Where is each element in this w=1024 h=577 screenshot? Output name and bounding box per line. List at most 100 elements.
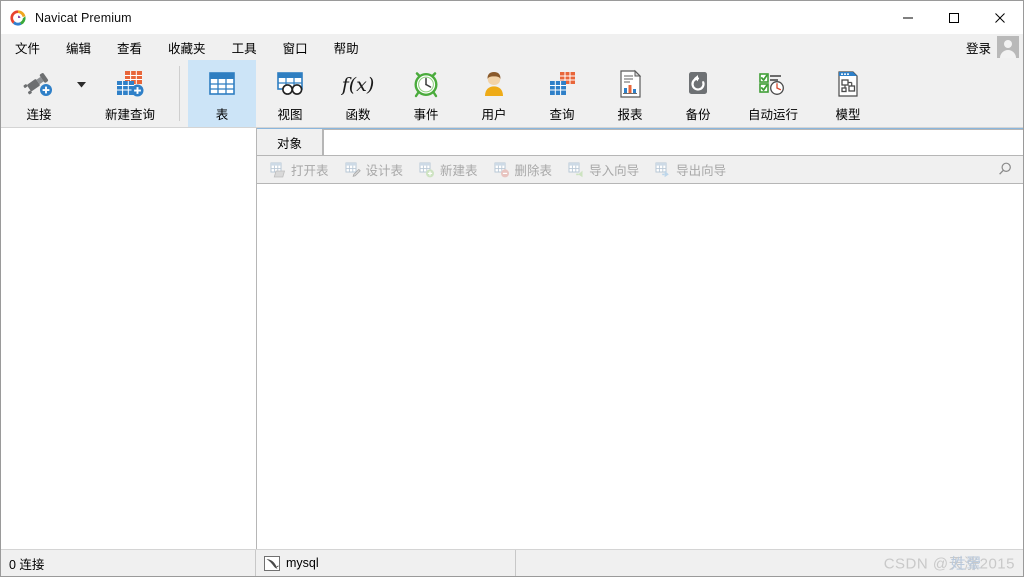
query-icon [546,67,578,101]
view-icon [274,67,306,101]
status-database-label: mysql [286,556,319,570]
open-table-label: 打开表 [291,164,329,178]
toolbar-button-event[interactable]: 事件 [392,60,460,127]
design-table-label: 设计表 [365,164,404,178]
tab-strip-filler [323,129,1023,155]
watermark-name-b: 姓翚 [950,555,982,573]
toolbar-button-automation[interactable]: 自动运行 [732,60,814,127]
toolbar-button-backup[interactable]: 备份 [664,60,732,127]
toolbar-button-new-query[interactable]: 新建查询 [89,60,171,127]
toolbar-separator [179,66,180,121]
toolbar-button-report[interactable]: 报表 [596,60,664,127]
maximize-icon [949,12,959,23]
login-button[interactable]: 登录 [966,38,991,57]
menu-item-help[interactable]: 帮助 [324,35,369,60]
navicat-logo-icon [9,9,27,27]
toolbar-label-query: 查询 [549,108,575,122]
menu-bar: 文件 编辑 查看 收藏夹 工具 窗口 帮助 登录 [1,34,1023,60]
toolbar-button-view[interactable]: 视图 [256,60,324,127]
status-database: mysql [256,550,516,576]
menu-item-favorites[interactable]: 收藏夹 [158,35,216,60]
svg-text:f(x): f(x) [341,74,374,96]
content-pane: 对象 打开表 设计表 新建表 删除表 导入向导 导出向导 [257,128,1023,549]
toolbar-label-table: 表 [215,108,229,122]
object-list-area[interactable] [257,184,1023,549]
backup-icon [684,67,712,101]
minimize-button[interactable] [885,1,931,34]
window-title: Navicat Premium [35,10,132,25]
export-wizard-button[interactable]: 导出向导 [648,158,733,181]
object-toolbar: 打开表 设计表 新建表 删除表 导入向导 导出向导 [257,156,1023,184]
new-query-icon [113,67,147,101]
delete-table-label: 删除表 [514,164,553,178]
menu-item-view[interactable]: 查看 [107,35,152,60]
toolbar-label-function: 函数 [345,108,371,122]
model-icon [834,67,862,101]
chevron-down-icon [76,81,86,87]
main-toolbar: 连接 新建查询 表 视图 f(x) 函数 事件 用户 查询 报表 备份 自动运行… [1,60,1023,128]
navicat-main-window: Navicat Premium 文件 编辑 查看 收藏夹 工具 窗口 帮助 登录… [0,0,1024,577]
connection-sidebar[interactable] [1,128,257,549]
watermark-suffix: 2015 [979,555,1015,573]
user-avatar-icon[interactable] [997,36,1019,58]
report-icon [616,67,644,101]
csdn-watermark: CSDN @ 天涨 姓翚 2015 [884,553,1015,574]
automation-icon [756,67,790,101]
window-controls [885,1,1023,34]
new-table-button[interactable]: 新建表 [412,158,485,181]
event-clock-icon [410,67,442,101]
search-icon[interactable] [997,161,1013,177]
import-wizard-icon [568,162,583,177]
connection-plug-icon [22,67,56,101]
toolbar-button-connection[interactable]: 连接 [5,60,73,127]
maximize-button[interactable] [931,1,977,34]
title-bar: Navicat Premium [1,1,1023,34]
mysql-dolphin-icon [264,555,280,571]
new-table-icon [419,162,435,177]
design-table-icon [345,162,361,177]
table-icon [206,67,238,101]
minimize-icon [903,17,913,18]
toolbar-button-query[interactable]: 查询 [528,60,596,127]
function-fx-icon: f(x) [341,67,375,101]
design-table-button[interactable]: 设计表 [338,158,411,181]
status-bar: 0 连接 mysql CSDN @ 天涨 姓翚 2015 [1,549,1023,576]
toolbar-label-event: 事件 [413,108,439,122]
delete-table-icon [494,162,509,177]
toolbar-label-report: 报表 [617,108,643,122]
toolbar-label-backup: 备份 [685,108,711,122]
menu-item-file[interactable]: 文件 [5,35,50,60]
status-connections: 0 连接 [1,550,256,576]
toolbar-button-model[interactable]: 模型 [814,60,882,127]
toolbar-button-user[interactable]: 用户 [460,60,528,127]
toolbar-button-function[interactable]: f(x) 函数 [324,60,392,127]
toolbar-label-automation: 自动运行 [747,108,798,122]
toolbar-button-table[interactable]: 表 [188,60,256,127]
tab-strip: 对象 [257,128,1023,156]
close-icon [995,12,1005,23]
connection-dropdown-arrow[interactable] [73,60,89,127]
menu-item-window[interactable]: 窗口 [273,35,318,60]
toolbar-label-new-query: 新建查询 [104,108,155,122]
import-wizard-button[interactable]: 导入向导 [561,158,646,181]
user-icon [479,67,509,101]
close-button[interactable] [977,1,1023,34]
login-area: 登录 [966,34,1019,60]
watermark-name-a: 天涨 [948,555,980,573]
open-table-button[interactable]: 打开表 [263,158,336,181]
toolbar-label-connection: 连接 [26,108,52,122]
watermark-name: 天涨 姓翚 [948,553,982,574]
delete-table-button[interactable]: 删除表 [487,158,560,181]
toolbar-label-view: 视图 [277,108,303,122]
toolbar-label-user: 用户 [481,108,507,122]
import-wizard-label: 导入向导 [589,164,640,178]
export-wizard-label: 导出向导 [676,164,727,178]
export-wizard-icon [655,162,669,177]
menu-item-tools[interactable]: 工具 [222,35,267,60]
toolbar-label-model: 模型 [835,108,861,122]
tab-objects[interactable]: 对象 [257,129,324,155]
watermark-prefix: CSDN @ [883,555,949,573]
open-table-icon [270,162,286,177]
menu-item-edit[interactable]: 编辑 [56,35,101,60]
main-body: 对象 打开表 设计表 新建表 删除表 导入向导 导出向导 [1,128,1023,549]
